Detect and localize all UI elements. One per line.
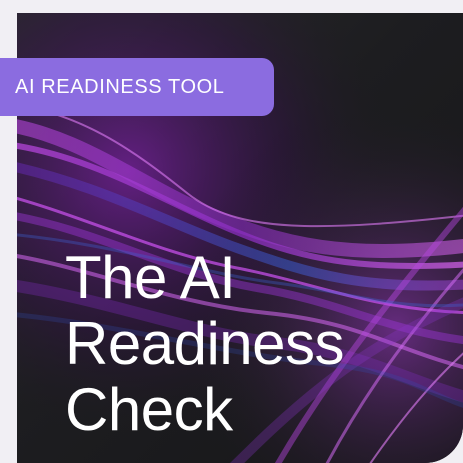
- page: The AI Readiness Check AI READINESS TOOL: [0, 0, 463, 463]
- page-title: The AI Readiness Check: [65, 245, 463, 443]
- category-badge: AI READINESS TOOL: [0, 58, 274, 116]
- title-line-1: The AI: [65, 244, 236, 311]
- title-line-2: Readiness: [65, 310, 345, 377]
- category-badge-label: AI READINESS TOOL: [15, 75, 225, 98]
- title-line-3: Check: [65, 376, 233, 443]
